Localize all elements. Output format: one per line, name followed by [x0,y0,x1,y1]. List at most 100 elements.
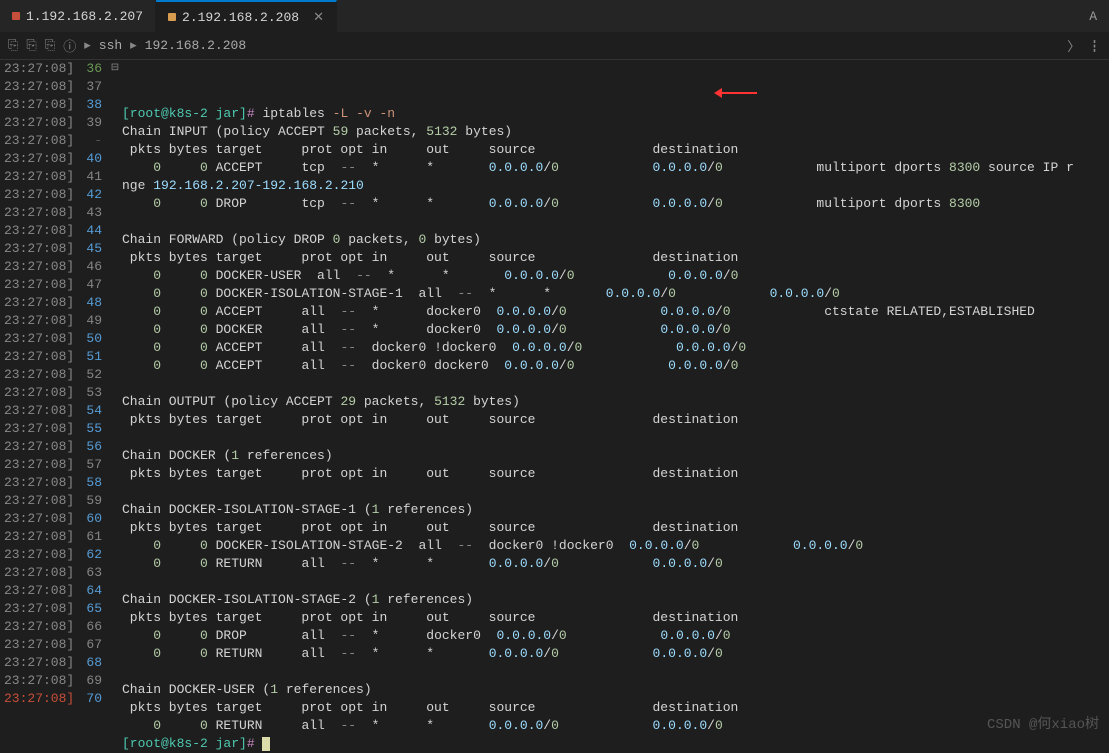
fold-marker [108,330,122,348]
timestamp: 23:27:08] [0,240,78,258]
timestamp: 23:27:08] [0,582,78,600]
close-icon[interactable]: ✕ [313,10,324,25]
line-number: 41 [78,168,108,186]
duplicate-icon[interactable]: ⎘ [45,38,55,53]
timestamp: 23:27:08] [0,384,78,402]
line-number: 61 [78,528,108,546]
code-line: 0 0 ACCEPT all -- docker0 !docker0 0.0.0… [122,339,1109,357]
fold-column: ⊟ [108,60,122,753]
line-number: 51 [78,348,108,366]
fold-marker [108,186,122,204]
line-number: 70 [78,690,108,708]
line-number: 48 [78,294,108,312]
code-line: pkts bytes target prot opt in out source… [122,249,1109,267]
line-number: 57 [78,456,108,474]
fold-marker [108,546,122,564]
timestamp: 23:27:08] [0,636,78,654]
timestamp: 23:27:08] [0,150,78,168]
fold-marker [108,654,122,672]
fold-marker [108,600,122,618]
code-line: Chain DOCKER-ISOLATION-STAGE-2 (1 refere… [122,591,1109,609]
fold-marker[interactable]: ⊟ [108,60,122,78]
line-number: 50 [78,330,108,348]
timestamp: 23:27:08] [0,546,78,564]
code-line: pkts bytes target prot opt in out source… [122,411,1109,429]
timestamp-column: 23:27:08]23:27:08]23:27:08]23:27:08]23:2… [0,60,78,753]
timestamp: 23:27:08] [0,492,78,510]
code-line: Chain DOCKER (1 references) [122,447,1109,465]
line-number: 64 [78,582,108,600]
code-line [122,429,1109,447]
terminal-output[interactable]: [root@k8s-2 jar]# iptables -L -v -nChain… [122,60,1109,753]
code-line [122,483,1109,501]
fold-marker [108,276,122,294]
red-arrow-annotation [717,92,757,94]
nav-arrows[interactable]: 〉 ┇ [1067,36,1101,55]
code-line [122,573,1109,591]
timestamp: 23:27:08] [0,186,78,204]
timestamp: 23:27:08] [0,330,78,348]
timestamp: 23:27:08] [0,528,78,546]
timestamp: 23:27:08] [0,276,78,294]
line-number: 55 [78,420,108,438]
cursor [262,737,270,751]
timestamp: 23:27:08] [0,456,78,474]
code-line: 0 0 DOCKER-USER all -- * * 0.0.0.0/0 0.0… [122,267,1109,285]
timestamp: 23:27:08] [0,294,78,312]
timestamp: 23:27:08] [0,654,78,672]
toolbar: ⎘ ⎘ ⎘ ⓘ ▸ ssh ▸ 192.168.2.208 〉 ┇ [0,32,1109,60]
code-line: [root@k8s-2 jar]# [122,735,1109,753]
fold-marker [108,618,122,636]
breadcrumb-ip[interactable]: 192.168.2.208 [145,38,246,53]
new-file-icon[interactable]: ⎘ [8,38,18,53]
line-number: 65 [78,600,108,618]
line-number: 66 [78,618,108,636]
code-line: 0 0 DROP tcp -- * * 0.0.0.0/0 0.0.0.0/0 … [122,195,1109,213]
code-line: 0 0 DOCKER all -- * docker0 0.0.0.0/0 0.… [122,321,1109,339]
fold-marker [108,672,122,690]
tab-label: 2.192.168.2.208 [182,10,299,25]
timestamp: 23:27:08] [0,312,78,330]
timestamp: 23:27:08] [0,60,78,78]
tab-1[interactable]: 2.192.168.2.208 ✕ [156,0,337,32]
fold-marker [108,528,122,546]
fold-marker [108,384,122,402]
code-line: 0 0 RETURN all -- * * 0.0.0.0/0 0.0.0.0/… [122,555,1109,573]
fold-marker [108,582,122,600]
line-number-gutter: 36373839-4041424344454647484950515253545… [78,60,108,753]
line-number: 36 [78,60,108,78]
line-number: 37 [78,78,108,96]
timestamp: 23:27:08] [0,204,78,222]
line-number: 62 [78,546,108,564]
fold-marker [108,168,122,186]
line-number: 69 [78,672,108,690]
breadcrumb-ssh[interactable]: ssh [99,38,122,53]
code-line: 0 0 RETURN all -- * * 0.0.0.0/0 0.0.0.0/… [122,645,1109,663]
timestamp: 23:27:08] [0,618,78,636]
line-number: 58 [78,474,108,492]
fold-marker [108,204,122,222]
code-line: 0 0 DOCKER-ISOLATION-STAGE-2 all -- dock… [122,537,1109,555]
line-number: 59 [78,492,108,510]
fold-marker [108,258,122,276]
line-number: 52 [78,366,108,384]
fold-marker [108,420,122,438]
code-line: 0 0 ACCEPT all -- * docker0 0.0.0.0/0 0.… [122,303,1109,321]
tab-0[interactable]: 1.192.168.2.207 [0,0,156,32]
tab-bar: 1.192.168.2.2072.192.168.2.208✕ A [0,0,1109,32]
code-line: Chain FORWARD (policy DROP 0 packets, 0 … [122,231,1109,249]
code-line: pkts bytes target prot opt in out source… [122,609,1109,627]
fold-marker [108,132,122,150]
fold-marker [108,474,122,492]
line-number: 53 [78,384,108,402]
watermark: CSDN @何xiao树 [987,713,1099,733]
code-line: Chain DOCKER-USER (1 references) [122,681,1109,699]
new-folder-icon[interactable]: ⎘ [26,38,36,53]
timestamp: 23:27:08] [0,78,78,96]
fold-marker [108,222,122,240]
line-number: - [78,132,108,150]
line-number: 54 [78,402,108,420]
timestamp: 23:27:08] [0,564,78,582]
fold-marker [108,240,122,258]
code-line [122,375,1109,393]
